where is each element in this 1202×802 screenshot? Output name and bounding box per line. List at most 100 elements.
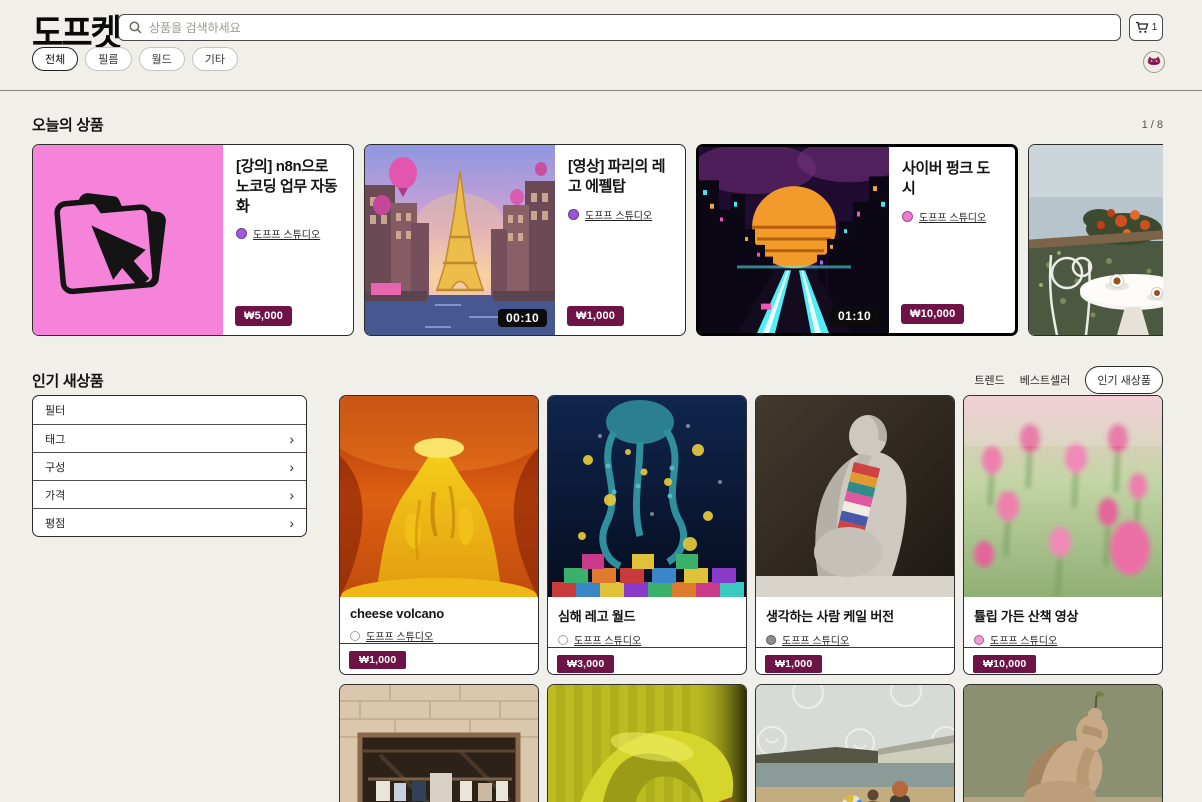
price-row: ₩1,000 (756, 647, 954, 675)
cart-count: 1 (1152, 22, 1158, 33)
product-info: 튤립 가든 산책 영상 도프프 스튜디오 (964, 597, 1162, 647)
cat-avatar-icon (1147, 56, 1161, 68)
product-image-folder-illustration (33, 145, 223, 335)
product-card[interactable]: cheese volcano 도프프 스튜디오 ₩1,000 (339, 395, 539, 675)
studio-avatar (974, 635, 984, 645)
studio-avatar (236, 228, 247, 239)
filter-row-label: 평점 (45, 515, 65, 531)
price-badge: ₩10,000 (973, 655, 1036, 673)
studio-avatar (902, 211, 913, 222)
product-info: 생각하는 사람 케일 버전 도프프 스튜디오 (756, 597, 954, 647)
price-row: ₩10,000 (964, 647, 1162, 675)
filter-panel: 필터 태그 › 구성 › 가격 › 평점 › (32, 395, 307, 537)
tab-popular-new[interactable]: 인기 새상품 (1085, 366, 1163, 394)
search-bar (118, 14, 1121, 41)
tab-bestseller[interactable]: 베스트셀러 (1020, 372, 1071, 388)
studio-link[interactable]: 도프프 스튜디오 (366, 628, 433, 643)
search-icon (129, 21, 142, 34)
product-info: [강의] n8n으로 노코딩 업무 자동화 도프프 스튜디오 ₩5,000 (223, 145, 353, 335)
chip-etc[interactable]: 기타 (192, 47, 238, 71)
studio-avatar (568, 209, 579, 220)
product-title: 튤립 가든 산책 영상 (974, 606, 1152, 625)
chevron-right-icon: › (289, 516, 294, 530)
product-image-balcony-cafe (1029, 145, 1163, 335)
price-row: ₩1,000 (340, 643, 538, 675)
product-card[interactable] (547, 684, 747, 802)
price-row: ₩3,000 (548, 647, 746, 675)
cart-icon (1135, 21, 1149, 34)
carousel-pagination: 1 / 8 (1142, 119, 1163, 131)
marketplace-page: 도프켓 1 전체 필름 월드 기타 (0, 0, 1202, 802)
studio-row: 도프프 스튜디오 (974, 632, 1152, 647)
product-card[interactable]: 심해 레고 월드 도프프 스튜디오 ₩3,000 (547, 395, 747, 675)
price-badge: ₩3,000 (557, 655, 614, 673)
chip-all[interactable]: 전체 (32, 47, 78, 71)
chip-world[interactable]: 월드 (139, 47, 185, 71)
product-card[interactable] (963, 684, 1163, 802)
cart-button[interactable]: 1 (1129, 14, 1163, 41)
product-card[interactable] (755, 684, 955, 802)
product-image-yellow-lamp (548, 685, 746, 802)
studio-link[interactable]: 도프프 스튜디오 (919, 209, 986, 224)
product-image-deep-sea-lego (548, 396, 746, 597)
studio-row: 도프프 스튜디오 (558, 632, 736, 647)
filter-row-tags[interactable]: 태그 › (33, 424, 306, 452)
studio-avatar (350, 631, 360, 641)
studio-row: 도프프 스튜디오 (236, 226, 340, 241)
duration-badge: 00:10 (498, 309, 547, 327)
studio-link[interactable]: 도프프 스튜디오 (782, 632, 849, 647)
filter-row-label: 구성 (45, 459, 65, 475)
product-title: 생각하는 사람 케일 버전 (766, 606, 944, 625)
studio-link[interactable]: 도프프 스튜디오 (574, 632, 641, 647)
tab-trend[interactable]: 트렌드 (974, 372, 1004, 388)
filter-row-composition[interactable]: 구성 › (33, 452, 306, 480)
studio-link[interactable]: 도프프 스튜디오 (253, 226, 320, 241)
filter-header-label: 필터 (45, 402, 65, 418)
studio-avatar (766, 635, 776, 645)
studio-link[interactable]: 도프프 스튜디오 (585, 207, 652, 222)
filter-row-rating[interactable]: 평점 › (33, 508, 306, 536)
today-section-header: 오늘의 상품 1 / 8 (32, 114, 1163, 135)
filter-row-price[interactable]: 가격 › (33, 480, 306, 508)
product-card[interactable] (339, 684, 539, 802)
studio-row: 도프프 스튜디오 (568, 207, 672, 222)
category-chips: 전체 필름 월드 기타 (32, 47, 238, 71)
popular-section-header: 인기 새상품 트렌드 베스트셀러 인기 새상품 (32, 366, 1163, 394)
duration-badge: 01:10 (830, 307, 879, 325)
product-image-tulip-garden (964, 396, 1162, 597)
product-title: 사이버 펑크 도시 (902, 159, 1002, 199)
popular-tabs: 트렌드 베스트셀러 인기 새상품 (974, 366, 1163, 394)
studio-row: 도프프 스튜디오 (902, 209, 1002, 224)
studio-avatar (558, 635, 568, 645)
product-card-selected[interactable]: 01:10 사이버 펑크 도시 도프프 스튜디오 ₩10,000 (696, 144, 1018, 336)
studio-link[interactable]: 도프프 스튜디오 (990, 632, 1057, 647)
product-info: 사이버 펑크 도시 도프프 스튜디오 ₩10,000 (889, 147, 1015, 333)
chevron-right-icon: › (289, 432, 294, 446)
price-badge: ₩1,000 (765, 655, 822, 673)
product-card[interactable]: 생각하는 사람 케일 버전 도프프 스튜디오 ₩1,000 (755, 395, 955, 675)
product-image-cheese-volcano (340, 396, 538, 597)
product-image-green-statue (964, 685, 1162, 802)
price-badge: ₩1,000 (349, 651, 406, 669)
product-image-storefront (340, 685, 538, 802)
popular-grid: cheese volcano 도프프 스튜디오 ₩1,000 (339, 395, 1163, 802)
product-title: 심해 레고 월드 (558, 606, 736, 625)
product-card[interactable]: [강의] n8n으로 노코딩 업무 자동화 도프프 스튜디오 ₩5,000 (32, 144, 354, 336)
today-title: 오늘의 상품 (32, 114, 103, 135)
chevron-right-icon: › (289, 460, 294, 474)
product-title: [영상] 파리의 레고 에펠탑 (568, 157, 672, 197)
studio-row: 도프프 스튜디오 (350, 628, 528, 643)
product-title: [강의] n8n으로 노코딩 업무 자동화 (236, 157, 340, 216)
search-input[interactable] (149, 21, 1110, 35)
product-card[interactable]: 00:10 [영상] 파리의 레고 에펠탑 도프프 스튜디오 ₩1,000 (364, 144, 686, 336)
product-info: [영상] 파리의 레고 에펠탑 도프프 스튜디오 ₩1,000 (555, 145, 685, 335)
product-info: 심해 레고 월드 도프프 스튜디오 (548, 597, 746, 647)
product-card[interactable] (1028, 144, 1163, 336)
chip-film[interactable]: 필름 (85, 47, 131, 71)
chevron-right-icon: › (289, 488, 294, 502)
product-card[interactable]: 튤립 가든 산책 영상 도프프 스튜디오 ₩10,000 (963, 395, 1163, 675)
user-avatar[interactable] (1143, 51, 1165, 73)
filter-header: 필터 (33, 396, 306, 424)
filter-row-label: 가격 (45, 487, 65, 503)
price-badge: ₩5,000 (235, 306, 292, 326)
